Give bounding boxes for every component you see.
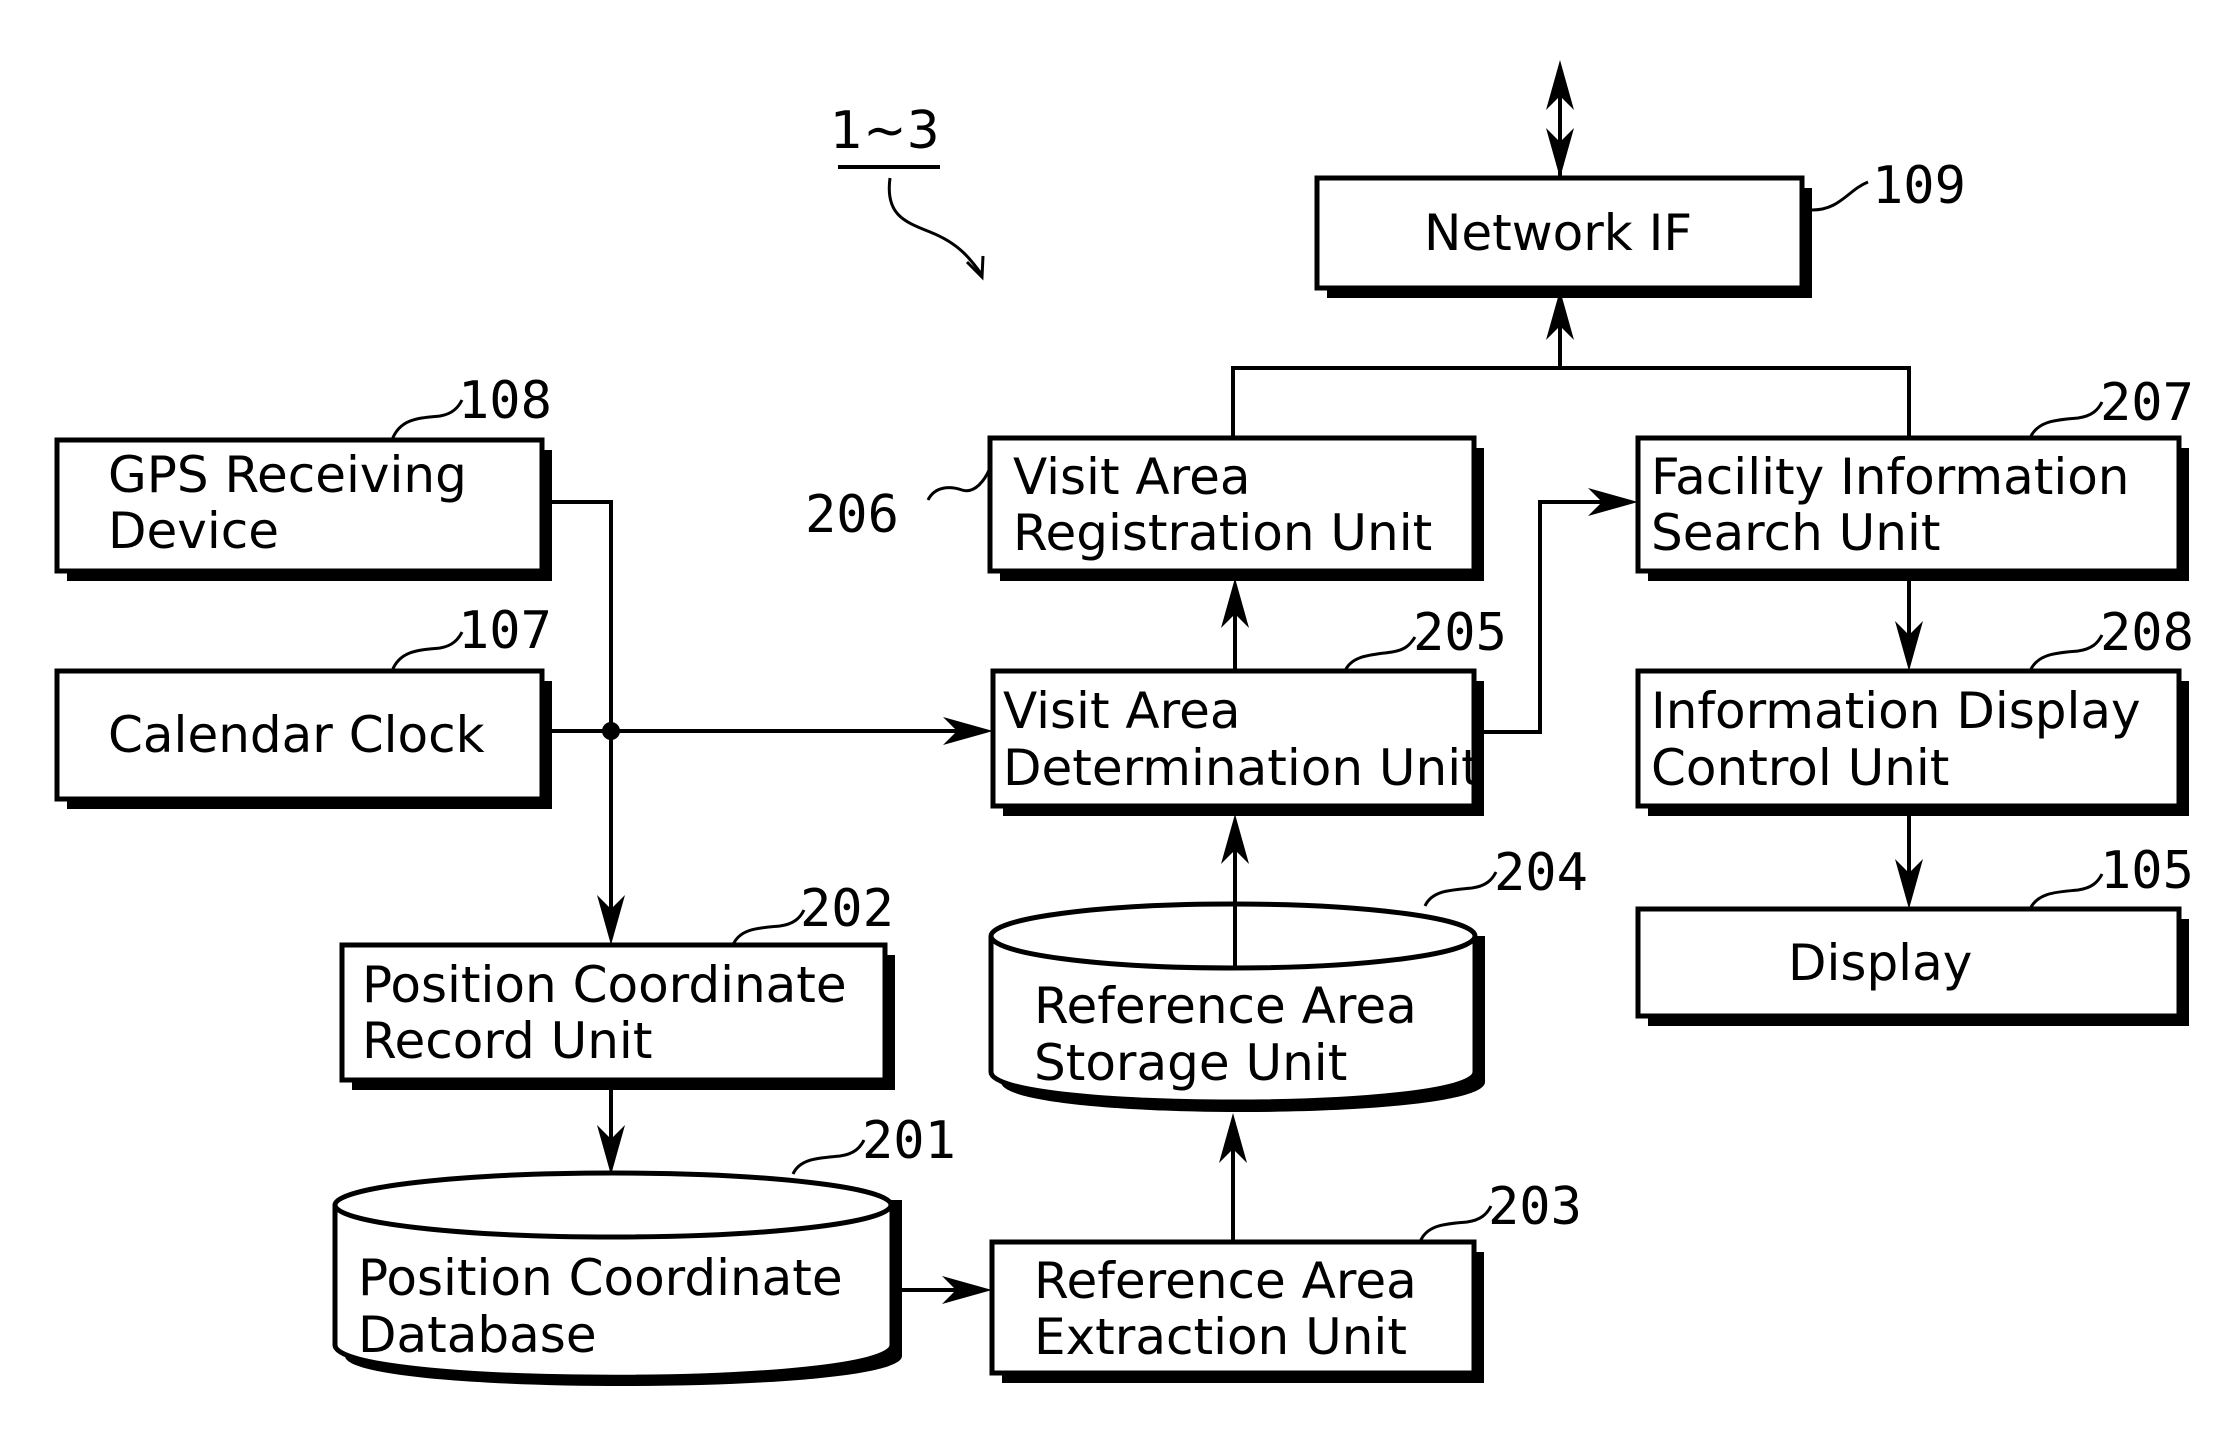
block-label-line-1: Calendar Clock <box>108 706 485 764</box>
block-visit-area-determination-unit[interactable]: Visit Area Determination Unit <box>990 668 1484 816</box>
block-label-line-2: Registration Unit <box>1013 504 1432 562</box>
ref-number-109: 109 <box>1872 156 1966 216</box>
system-label-group: 1~3 <box>830 101 985 281</box>
ref-leader-107 <box>390 631 464 672</box>
ref-leader-201 <box>791 1139 866 1175</box>
ref-leader-205 <box>1343 636 1417 672</box>
system-label: 1~3 <box>830 101 940 161</box>
ref-leader-204 <box>1423 871 1498 907</box>
block-label-line-1: Position Coordinate <box>358 1249 843 1307</box>
ref-number-208: 208 <box>2100 603 2194 663</box>
ref-leader-203 <box>1418 1205 1493 1243</box>
junction-dot <box>602 722 620 740</box>
ref-leader-208 <box>2028 634 2104 672</box>
system-pointer-curve <box>887 177 984 276</box>
ref-number-202: 202 <box>800 879 894 939</box>
block-reference-area-extraction-unit[interactable]: Reference Area Extraction Unit <box>989 1239 1484 1383</box>
block-label-line-2: Database <box>358 1306 597 1364</box>
block-label-line-1: GPS Receiving <box>108 446 467 504</box>
block-position-coordinate-record-unit[interactable]: Position Coordinate Record Unit <box>339 942 895 1090</box>
ref-number-107: 107 <box>458 601 552 661</box>
block-information-display-control-unit[interactable]: Information Display Control Unit <box>1635 668 2189 816</box>
block-label-line-1: Reference Area <box>1034 1252 1417 1310</box>
block-label-line-1: Information Display <box>1651 682 2141 740</box>
block-label-line-2: Device <box>108 502 279 560</box>
block-facility-information-search-unit[interactable]: Facility Information Search Unit <box>1635 435 2189 581</box>
ref-number-206: 206 <box>805 485 899 545</box>
gps-out-line <box>552 500 613 935</box>
ref-leader-202 <box>731 909 806 946</box>
block-label-line-1: Reference Area <box>1034 977 1417 1035</box>
block-calendar-clock[interactable]: Calendar Clock <box>54 668 552 809</box>
block-label-line-2: Extraction Unit <box>1034 1308 1407 1366</box>
block-display[interactable]: Display <box>1635 906 2189 1026</box>
ref-number-207: 207 <box>2100 373 2194 433</box>
ref-number-205: 205 <box>1413 603 1507 663</box>
block-label-line-1: Visit Area <box>1013 448 1251 506</box>
ref-leader-207 <box>2028 401 2104 439</box>
block-network-if[interactable]: Network IF <box>1314 175 1812 298</box>
block-gps-receiving-device[interactable]: GPS Receiving Device <box>54 437 552 581</box>
block-label-line-2: Control Unit <box>1651 739 1949 797</box>
ref-leader-206 <box>926 467 992 501</box>
network-branch-line <box>1231 366 1911 438</box>
block-position-coordinate-database[interactable]: Position Coordinate Database <box>332 1170 902 1386</box>
ref-number-105: 105 <box>2100 841 2194 901</box>
ref-number-201: 201 <box>862 1111 956 1171</box>
ref-number-204: 204 <box>1494 843 1588 903</box>
ref-leader-105 <box>2028 873 2104 910</box>
block-reference-area-storage-unit[interactable]: Reference Area Storage Unit <box>988 901 1485 1112</box>
ref-number-203: 203 <box>1488 1177 1582 1237</box>
ref-number-108: 108 <box>458 371 552 431</box>
block-label-line-1: Display <box>1788 934 1972 992</box>
block-label-line-2: Determination Unit <box>1003 739 1481 797</box>
block-visit-area-registration-unit[interactable]: Visit Area Registration Unit <box>987 435 1484 581</box>
ref-leader-109 <box>1811 180 1869 212</box>
block-label-line-2: Storage Unit <box>1034 1034 1347 1092</box>
block-label-line-1: Visit Area <box>1003 682 1241 740</box>
ref-leader-108 <box>390 399 464 441</box>
block-label-line-1: Network IF <box>1424 204 1692 262</box>
cylinder-top <box>332 1170 894 1240</box>
block-label-line-2: Search Unit <box>1651 504 1940 562</box>
block-label-line-2: Record Unit <box>362 1012 652 1070</box>
block-label-line-1: Facility Information <box>1651 448 2130 506</box>
block-diagram: 1~3 Network IF 109 GPS Receiving Device … <box>54 60 2194 1386</box>
block-label-line-1: Position Coordinate <box>362 956 847 1014</box>
